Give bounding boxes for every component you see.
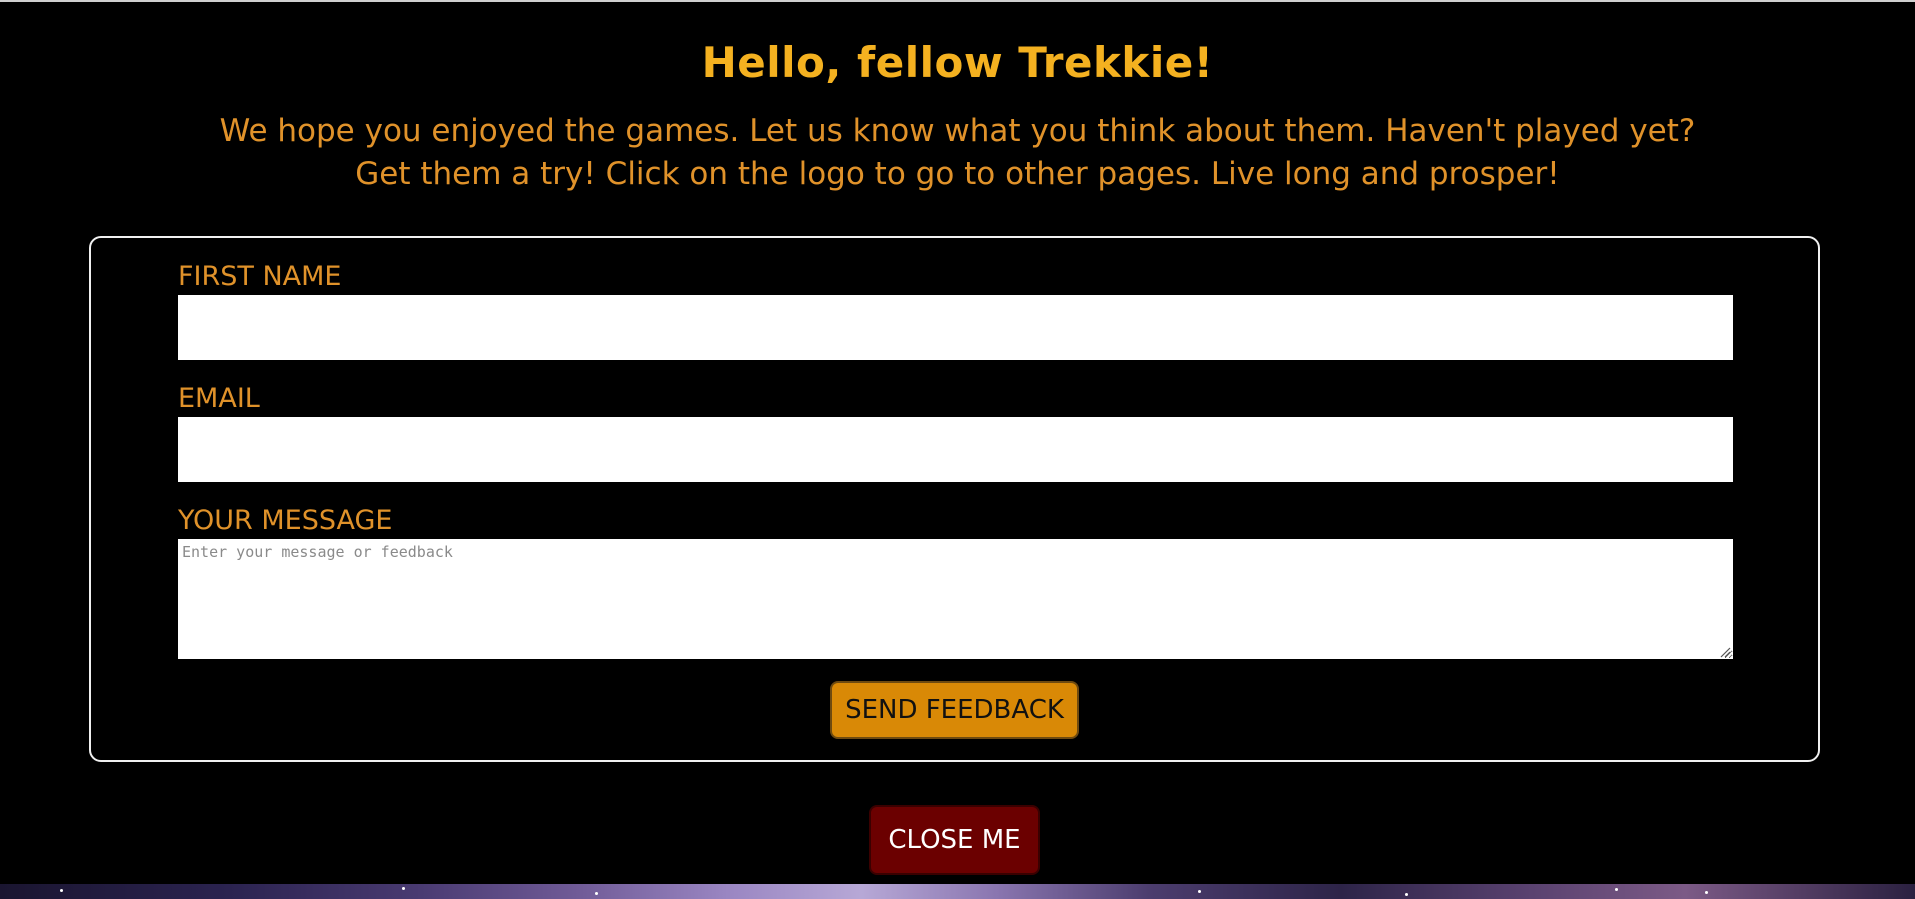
modal-heading: Hello, fellow Trekkie! [701, 38, 1214, 87]
modal-intro: We hope you enjoyed the games. Let us kn… [180, 110, 1735, 196]
space-background [0, 884, 1915, 899]
star-icon [1198, 890, 1201, 893]
star-icon [595, 892, 598, 895]
star-icon [1405, 893, 1408, 896]
email-field[interactable] [178, 417, 1733, 482]
star-icon [1705, 891, 1708, 894]
message-label: YOUR MESSAGE [178, 505, 393, 536]
star-icon [60, 889, 63, 892]
star-icon [402, 887, 405, 890]
resize-grip-icon[interactable] [1719, 646, 1731, 658]
email-label: EMAIL [178, 383, 260, 414]
close-me-button[interactable]: CLOSE ME [869, 805, 1040, 875]
intro-line-1: We hope you enjoyed the games. Let us kn… [219, 113, 1696, 149]
message-textarea[interactable] [178, 539, 1733, 659]
first-name-field[interactable] [178, 295, 1733, 360]
send-feedback-button[interactable]: SEND FEEDBACK [830, 681, 1079, 739]
intro-line-2: Get them a try! Click on the logo to go … [355, 156, 1560, 192]
star-icon [1615, 888, 1618, 891]
first-name-label: FIRST NAME [178, 261, 342, 292]
